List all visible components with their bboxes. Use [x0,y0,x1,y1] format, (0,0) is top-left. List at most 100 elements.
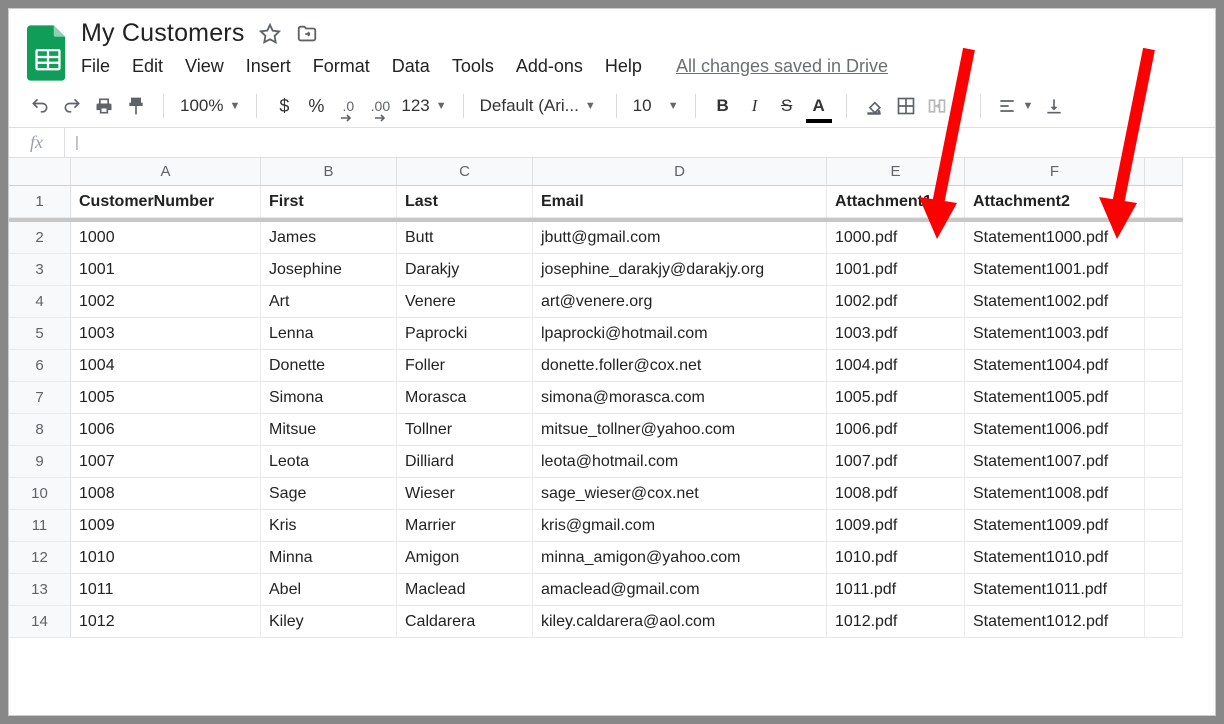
cell[interactable]: 1012 [71,606,261,638]
zoom-select[interactable]: 100%▼ [180,96,240,116]
cell[interactable] [1145,510,1183,542]
cell[interactable]: Kris [261,510,397,542]
cell[interactable]: James [261,222,397,254]
strikethrough-button[interactable]: S [776,93,798,119]
cell[interactable]: 1011 [71,574,261,606]
cell[interactable]: 1008.pdf [827,478,965,510]
cell[interactable]: 1008 [71,478,261,510]
cell[interactable]: Venere [397,286,533,318]
cell[interactable]: josephine_darakjy@darakjy.org [533,254,827,286]
cell[interactable]: amaclead@gmail.com [533,574,827,606]
cell[interactable]: 1004.pdf [827,350,965,382]
cell[interactable]: Wieser [397,478,533,510]
cell[interactable] [1145,574,1183,606]
cell[interactable] [1145,382,1183,414]
cell[interactable]: Statement1005.pdf [965,382,1145,414]
cell[interactable] [1145,414,1183,446]
header-cell[interactable]: CustomerNumber [71,186,261,218]
header-cell[interactable]: Email [533,186,827,218]
row-header[interactable]: 10 [9,478,71,510]
cell[interactable]: Statement1010.pdf [965,542,1145,574]
bold-button[interactable]: B [712,93,734,119]
row-header[interactable]: 2 [9,222,71,254]
cell[interactable]: Lenna [261,318,397,350]
cell[interactable]: Sage [261,478,397,510]
column-header-blank[interactable] [1145,158,1183,186]
cell[interactable] [1145,478,1183,510]
fill-color-icon[interactable] [863,93,885,119]
cell[interactable]: Art [261,286,397,318]
column-header-F[interactable]: F [965,158,1145,186]
row-header[interactable]: 13 [9,574,71,606]
menu-tools[interactable]: Tools [452,56,494,77]
cell[interactable]: Statement1011.pdf [965,574,1145,606]
cell[interactable]: kris@gmail.com [533,510,827,542]
cell[interactable] [1145,446,1183,478]
cell[interactable]: Statement1004.pdf [965,350,1145,382]
cell[interactable] [1145,254,1183,286]
cell[interactable]: 1011.pdf [827,574,965,606]
cell[interactable]: 1003.pdf [827,318,965,350]
menu-format[interactable]: Format [313,56,370,77]
cell[interactable]: Darakjy [397,254,533,286]
cell[interactable]: 1007.pdf [827,446,965,478]
cell[interactable]: Statement1007.pdf [965,446,1145,478]
cell[interactable]: Butt [397,222,533,254]
column-header-B[interactable]: B [261,158,397,186]
spreadsheet-grid[interactable]: A B C D E F 1 CustomerNumber First Last … [9,158,1215,638]
cell[interactable]: Amigon [397,542,533,574]
cell[interactable] [1145,222,1183,254]
cell[interactable]: 1004 [71,350,261,382]
row-header[interactable]: 9 [9,446,71,478]
row-header[interactable]: 3 [9,254,71,286]
row-header[interactable]: 1 [9,186,71,218]
cell[interactable]: 1006 [71,414,261,446]
cell[interactable]: 1010 [71,542,261,574]
cell[interactable]: 1000.pdf [827,222,965,254]
row-header[interactable]: 5 [9,318,71,350]
row-header[interactable]: 7 [9,382,71,414]
cell[interactable]: Dilliard [397,446,533,478]
decrease-decimal-icon[interactable]: .0 [337,93,359,119]
column-header-C[interactable]: C [397,158,533,186]
number-format-select[interactable]: 123▼ [401,96,446,116]
cell[interactable]: Caldarera [397,606,533,638]
cell[interactable]: Tollner [397,414,533,446]
cell[interactable]: sage_wieser@cox.net [533,478,827,510]
cell[interactable]: Simona [261,382,397,414]
cell[interactable]: 1010.pdf [827,542,965,574]
cell[interactable]: Paprocki [397,318,533,350]
cell[interactable]: Minna [261,542,397,574]
format-percent[interactable]: % [305,93,327,119]
column-header-D[interactable]: D [533,158,827,186]
menu-data[interactable]: Data [392,56,430,77]
column-header-A[interactable]: A [71,158,261,186]
cell[interactable]: 1005 [71,382,261,414]
star-icon[interactable] [259,23,281,45]
cell[interactable] [1145,606,1183,638]
merge-cells-icon[interactable]: ▼ [927,96,964,116]
row-header[interactable]: 11 [9,510,71,542]
cell[interactable]: 1009 [71,510,261,542]
cell[interactable]: Statement1006.pdf [965,414,1145,446]
cell[interactable]: 1007 [71,446,261,478]
cell[interactable] [1145,318,1183,350]
cell[interactable]: mitsue_tollner@yahoo.com [533,414,827,446]
menu-help[interactable]: Help [605,56,642,77]
font-size-select[interactable]: 10▼ [633,96,679,116]
undo-icon[interactable] [29,93,51,119]
cell[interactable]: Statement1002.pdf [965,286,1145,318]
cell[interactable]: Josephine [261,254,397,286]
cell[interactable]: Leota [261,446,397,478]
cell[interactable] [1145,186,1183,218]
cell[interactable]: Morasca [397,382,533,414]
move-to-folder-icon[interactable] [295,23,319,45]
borders-icon[interactable] [895,93,917,119]
cell[interactable] [1145,286,1183,318]
cell[interactable]: Statement1003.pdf [965,318,1145,350]
document-title[interactable]: My Customers [81,19,245,48]
format-currency[interactable]: $ [273,93,295,119]
paint-format-icon[interactable] [125,93,147,119]
cell[interactable]: 1012.pdf [827,606,965,638]
cell[interactable]: 1001.pdf [827,254,965,286]
